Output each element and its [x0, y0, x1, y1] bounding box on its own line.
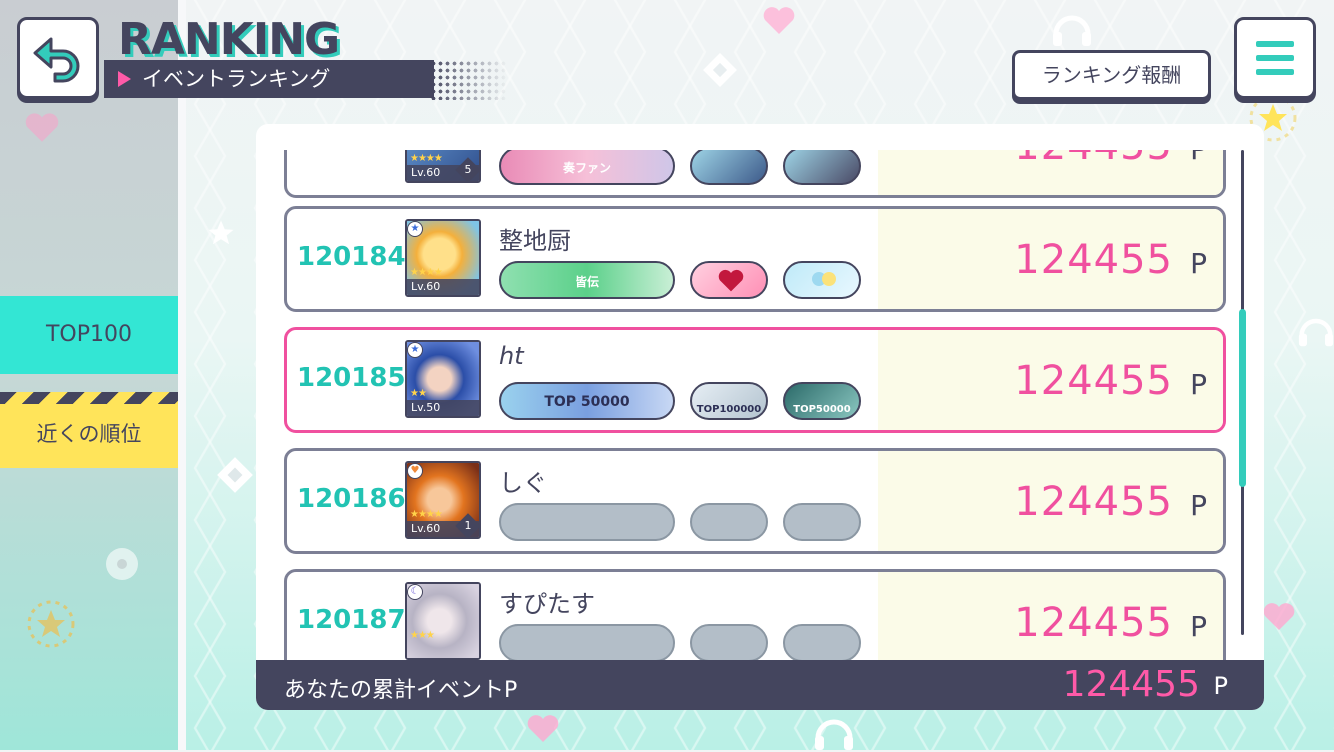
tab-top100[interactable]: TOP100	[0, 296, 178, 374]
tab-nearby-label: 近くの順位	[36, 422, 142, 446]
avatar: ♥ ★★★★ Lv.60 1	[405, 461, 481, 539]
heart-badge	[690, 261, 768, 299]
rarity-stars: ★★★★	[410, 153, 443, 164]
hamburger-icon-bar	[1256, 69, 1294, 75]
subtitle-label: イベントランキング	[142, 67, 331, 91]
total-label: あなたの累計イベントP	[284, 678, 518, 703]
balloon-icon	[812, 272, 836, 286]
attribute-heart-icon: ♥	[407, 463, 423, 479]
total-value: 124455	[1062, 664, 1200, 705]
player-name: しぐ	[499, 469, 547, 497]
left-panel-edge	[178, 0, 186, 750]
menu-button[interactable]	[1234, 17, 1316, 99]
empty-badge	[783, 503, 861, 541]
empty-badge	[690, 503, 768, 541]
attribute-star-icon: ★	[407, 342, 423, 358]
page-title: RANKING	[118, 14, 340, 65]
rank-number: 120185	[297, 363, 406, 393]
master-rank-badge: 5	[455, 157, 479, 181]
score-unit: P	[1190, 247, 1207, 280]
level-label: Lv.60	[407, 279, 479, 295]
character-badge	[783, 150, 861, 185]
avatar: ★★★★ Lv.60 5	[405, 150, 481, 183]
rank-number: 120186	[297, 484, 406, 514]
rarity-stars: ★★★	[410, 630, 435, 641]
avatar: ☾ ★★★	[405, 582, 481, 660]
score-value: 124455	[1014, 150, 1173, 169]
hamburger-icon-bar	[1256, 55, 1294, 61]
avatar: ★ ★★★★ Lv.60	[405, 219, 481, 297]
left-panel	[0, 0, 178, 750]
player-name: すぴたす	[499, 590, 595, 618]
master-rank-badge: 1	[455, 513, 479, 537]
title-badge: 皆伝	[499, 261, 675, 299]
attribute-star-icon: ★	[407, 221, 423, 237]
ranking-reward-button[interactable]: ランキング報酬	[1012, 50, 1211, 100]
rank-badge: TOP50000	[783, 382, 861, 420]
score-value: 124455	[1014, 358, 1173, 404]
ranking-row-self[interactable]: 120185 ★ ★★ Lv.50 ht TOP 50000 TOP100000…	[284, 327, 1226, 433]
rarity-stars: ★★★★	[410, 267, 443, 278]
score-value: 124455	[1014, 237, 1173, 283]
score-unit: P	[1190, 610, 1207, 643]
score-unit: P	[1190, 150, 1207, 166]
character-badge	[690, 150, 768, 185]
ranking-panel: ★★★★ Lv.60 5 奏ファン 124455 P 120184 ★ ★★★★…	[256, 124, 1264, 710]
rarity-stars: ★★★★	[410, 509, 443, 520]
score-value: 124455	[1014, 479, 1173, 525]
rank-number: 120184	[297, 242, 406, 272]
rank-badge: TOP100000	[690, 382, 768, 420]
hearts-icon	[718, 269, 744, 292]
empty-title-badge	[499, 624, 675, 660]
empty-title-badge	[499, 503, 675, 541]
ranking-row[interactable]: 120184 ★ ★★★★ Lv.60 整地厨 皆伝 124455 P	[284, 206, 1226, 312]
score-unit: P	[1190, 368, 1207, 401]
level-label: Lv.50	[407, 400, 479, 416]
back-arrow-icon	[33, 37, 80, 83]
page-subtitle: イベントランキング	[104, 60, 434, 98]
ranking-row[interactable]: 120187 ☾ ★★★ すぴたす 124455 P	[284, 569, 1226, 660]
caution-stripes	[0, 392, 178, 404]
back-button[interactable]	[17, 17, 99, 99]
player-name: ht	[499, 342, 524, 370]
ranking-row[interactable]: ★★★★ Lv.60 5 奏ファン 124455 P	[284, 150, 1226, 198]
empty-badge	[690, 624, 768, 660]
player-name: 整地厨	[499, 227, 571, 255]
total-unit: P	[1213, 672, 1228, 700]
attribute-moon-icon: ☾	[407, 584, 423, 600]
title-badge: TOP 50000	[499, 382, 675, 420]
empty-badge	[783, 624, 861, 660]
rarity-stars: ★★	[410, 388, 427, 399]
tab-nearby-ranks[interactable]: 近くの順位	[0, 392, 178, 468]
ranking-list[interactable]: ★★★★ Lv.60 5 奏ファン 124455 P 120184 ★ ★★★★…	[256, 150, 1264, 660]
hamburger-icon-bar	[1256, 41, 1294, 47]
score-unit: P	[1190, 489, 1207, 522]
play-arrow-icon	[118, 71, 131, 87]
halftone-decoration	[430, 60, 508, 100]
scrollbar-thumb[interactable]	[1239, 309, 1246, 487]
title-badge: 奏ファン	[499, 150, 675, 185]
avatar: ★ ★★ Lv.50	[405, 340, 481, 418]
ranking-row[interactable]: 120186 ♥ ★★★★ Lv.60 1 しぐ 124455 P	[284, 448, 1226, 554]
balloon-badge	[783, 261, 861, 299]
total-event-points-bar: あなたの累計イベントP 124455 P	[256, 660, 1264, 710]
rank-number: 120187	[297, 605, 406, 635]
score-value: 124455	[1014, 600, 1173, 646]
